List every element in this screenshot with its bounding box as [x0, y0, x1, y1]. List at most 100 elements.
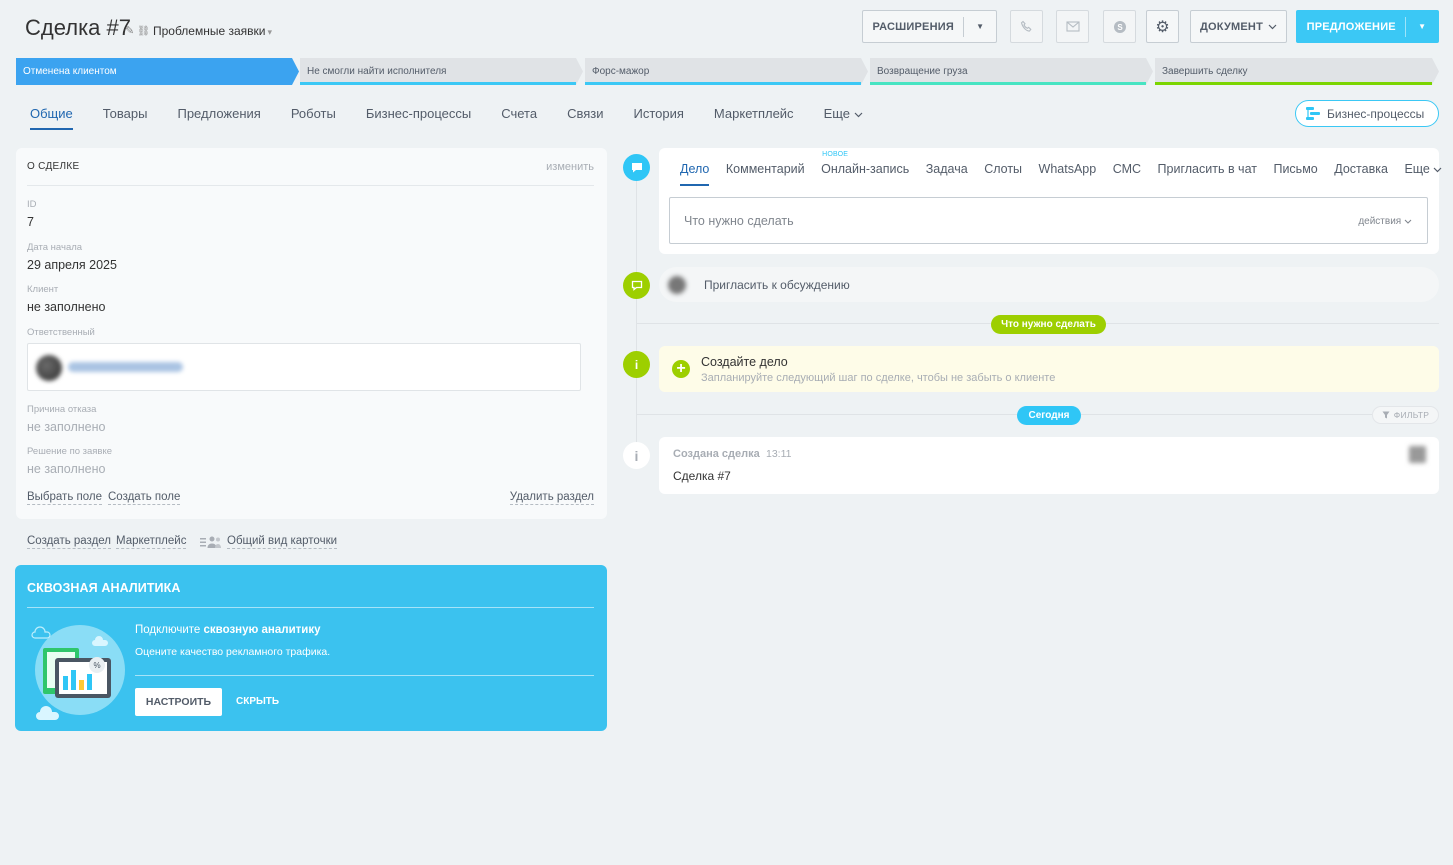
edit-link[interactable]: изменить	[546, 161, 594, 173]
chat-icon	[623, 154, 650, 181]
skype-icon[interactable]: S	[1103, 10, 1136, 43]
field-label-start-date: Дата начала	[27, 242, 83, 253]
todo-placeholder: Что нужно сделать	[684, 214, 794, 228]
todo-input[interactable]: Что нужно сделать действия	[669, 197, 1428, 244]
section-heading: О СДЕЛКЕ	[27, 161, 80, 172]
tab-relations[interactable]: Связи	[567, 106, 603, 130]
actions-dropdown[interactable]: действия	[1358, 216, 1412, 227]
main-tabs: Общие Товары Предложения Роботы Бизнес-п…	[30, 106, 893, 130]
stage-item[interactable]: Форс-мажор	[585, 58, 868, 85]
tab-more[interactable]: Еще	[824, 106, 863, 130]
category-label: Проблемные заявки	[153, 24, 266, 38]
chevron-down-icon	[854, 112, 863, 118]
common-card-view-link[interactable]: Общий вид карточки	[227, 535, 338, 549]
gear-icon[interactable]: ⚙	[1146, 10, 1179, 43]
business-processes-button[interactable]: Бизнес-процессы	[1295, 100, 1439, 127]
tab-general[interactable]: Общие	[30, 106, 73, 130]
analytics-title: СКВОЗНАЯ АНАЛИТИКА	[27, 581, 181, 595]
caret-down-icon[interactable]: ▼	[964, 22, 996, 31]
stage-label: Не смогли найти исполнителя	[307, 66, 447, 77]
phone-icon[interactable]	[1010, 10, 1043, 43]
field-value-refusal-reason: не заполнено	[27, 420, 106, 434]
stage-item[interactable]: Возвращение груза	[870, 58, 1153, 85]
invite-discussion[interactable]: Пригласить к обсуждению	[659, 267, 1439, 302]
analytics-banner: СКВОЗНАЯ АНАЛИТИКА % Подключите сквозную…	[15, 565, 607, 731]
extensions-button[interactable]: РАСШИРЕНИЯ ▼	[862, 10, 997, 43]
stage-label: Возвращение груза	[877, 66, 968, 77]
proposal-button[interactable]: ПРЕДЛОЖЕНИЕ ▼	[1296, 10, 1439, 43]
analytics-text-2: Оцените качество рекламного трафика.	[135, 646, 331, 658]
create-activity-desc: Запланируйте следующий шаг по сделке, чт…	[701, 372, 1056, 384]
activity-tab-email[interactable]: Письмо	[1273, 162, 1317, 186]
business-process-icon	[1306, 107, 1320, 120]
activity-tab-comment[interactable]: Комментарий	[726, 162, 805, 186]
caret-down-icon[interactable]: ▼	[1406, 22, 1438, 31]
hide-link[interactable]: СКРЫТЬ	[236, 696, 279, 707]
activity-tab-task[interactable]: Задача	[926, 162, 968, 186]
tab-marketplace[interactable]: Маркетплейс	[714, 106, 794, 130]
user-name-blurred	[68, 362, 183, 372]
today-pill: Сегодня	[1017, 406, 1081, 425]
activity-tab-invite-chat[interactable]: Пригласить в чат	[1158, 162, 1257, 186]
filter-button[interactable]: ФИЛЬТР	[1372, 406, 1439, 424]
tab-products[interactable]: Товары	[103, 106, 148, 130]
activity-tab-label: Онлайн-запись	[821, 162, 910, 176]
field-value-decision: не заполнено	[27, 462, 106, 476]
mail-icon[interactable]	[1056, 10, 1089, 43]
history-time: 13:11	[766, 448, 792, 460]
field-label-refusal-reason: Причина отказа	[27, 404, 97, 415]
document-button[interactable]: ДОКУМЕНТ	[1190, 10, 1287, 43]
tab-business-processes[interactable]: Бизнес-процессы	[366, 106, 471, 130]
filter-label: ФИЛЬТР	[1393, 410, 1430, 420]
stage-item[interactable]: Завершить сделку	[1155, 58, 1439, 85]
history-body: Сделка #7	[673, 469, 731, 483]
field-label-client: Клиент	[27, 284, 59, 295]
tab-invoices[interactable]: Счета	[501, 106, 537, 130]
proposal-label: ПРЕДЛОЖЕНИЕ	[1306, 20, 1396, 33]
field-label-id: ID	[27, 199, 37, 210]
svg-text:S: S	[1117, 23, 1123, 32]
choose-field-link[interactable]: Выбрать поле	[27, 491, 102, 505]
activity-tab-online-booking[interactable]: НОВОЕ Онлайн-запись	[821, 151, 910, 186]
tab-proposals[interactable]: Предложения	[177, 106, 260, 130]
add-icon[interactable]: +	[672, 360, 690, 378]
divider	[27, 607, 594, 608]
delete-section-link[interactable]: Удалить раздел	[509, 491, 594, 505]
divider	[27, 185, 594, 186]
tab-robots[interactable]: Роботы	[291, 106, 336, 130]
create-section-link[interactable]: Создать раздел	[27, 535, 112, 549]
activity-tab-whatsapp[interactable]: WhatsApp	[1039, 162, 1097, 186]
activity-tab-slots[interactable]: Слоты	[984, 162, 1022, 186]
field-label-decision: Решение по заявке	[27, 446, 113, 457]
activity-tab-more[interactable]: Еще	[1404, 162, 1442, 186]
setup-button[interactable]: НАСТРОИТЬ	[135, 688, 222, 716]
field-value-id: 7	[27, 215, 34, 229]
comment-icon	[623, 272, 650, 299]
info-icon: i	[623, 442, 650, 469]
category-selector[interactable]: Проблемные заявки ▾	[153, 24, 272, 38]
stage-item[interactable]: Не смогли найти исполнителя	[300, 58, 583, 85]
new-badge: НОВОЕ	[822, 151, 849, 158]
filter-icon	[1382, 411, 1390, 419]
document-label: ДОКУМЕНТ	[1200, 20, 1263, 33]
activity-tabs: Дело Комментарий НОВОЕ Онлайн-запись Зада…	[680, 151, 1453, 186]
activity-tab-sms[interactable]: СМС	[1113, 162, 1141, 186]
edit-title-icons[interactable]: ✎ ⛓	[125, 24, 150, 37]
chevron-down-icon	[1268, 22, 1277, 32]
avatar	[1409, 446, 1426, 463]
analytics-text-1: Подключите сквозную аналитику	[135, 624, 321, 636]
marketplace-link[interactable]: Маркетплейс	[116, 535, 187, 549]
divider	[636, 414, 1372, 415]
analytics-highlight: сквозную аналитику	[203, 624, 321, 636]
tab-history[interactable]: История	[634, 106, 684, 130]
stage-item[interactable]: Отменена клиентом	[16, 58, 299, 85]
activity-tab-delivery[interactable]: Доставка	[1334, 162, 1388, 186]
stage-label: Завершить сделку	[1162, 66, 1248, 77]
activity-tab-deal[interactable]: Дело	[680, 162, 710, 186]
analytics-illustration: %	[31, 625, 125, 720]
responsible-user[interactable]	[27, 343, 581, 391]
todo-pill: Что нужно сделать	[991, 315, 1106, 334]
create-field-link[interactable]: Создать поле	[108, 491, 181, 505]
extensions-label: РАСШИРЕНИЯ	[872, 20, 954, 33]
avatar	[668, 276, 686, 294]
